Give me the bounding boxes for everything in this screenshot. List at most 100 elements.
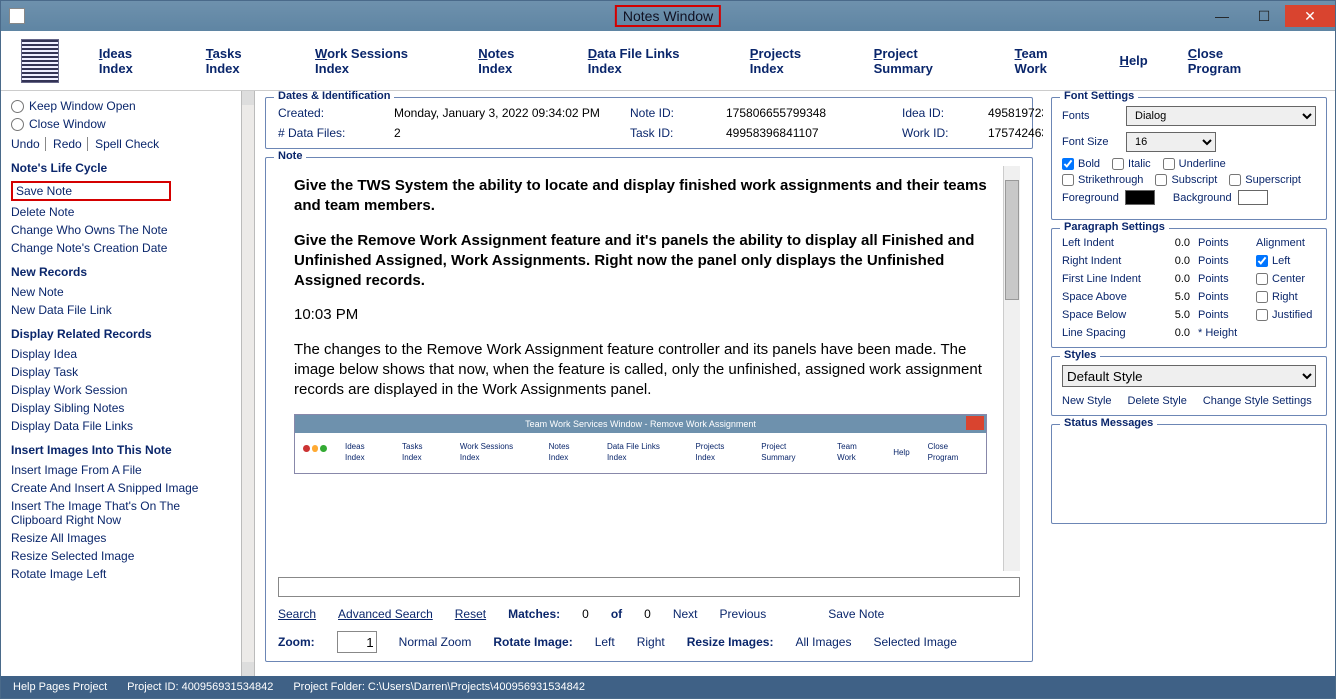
new-note-link[interactable]: New Note xyxy=(11,285,231,299)
advanced-search-link[interactable]: Advanced Search xyxy=(338,607,433,621)
bold-checkbox[interactable]: Bold xyxy=(1062,158,1100,170)
selected-image-link[interactable]: Selected Image xyxy=(873,635,956,649)
change-owner-link[interactable]: Change Who Owns The Note xyxy=(11,223,231,237)
fontsize-select[interactable]: 16 xyxy=(1126,132,1216,152)
close-button[interactable]: ✕ xyxy=(1285,5,1335,27)
rotate-image-label: Rotate Image: xyxy=(493,635,572,649)
new-style-link[interactable]: New Style xyxy=(1062,395,1112,407)
resize-selected-image-link[interactable]: Resize Selected Image xyxy=(11,549,231,563)
align-right-checkbox[interactable]: Right xyxy=(1256,291,1335,303)
splitter-handle[interactable] xyxy=(241,91,255,676)
insert-image-from-file-link[interactable]: Insert Image From A File xyxy=(11,463,231,477)
align-left-checkbox[interactable]: Left xyxy=(1256,255,1335,267)
spellcheck-link[interactable]: Spell Check xyxy=(95,137,164,151)
close-window-radio[interactable]: Close Window xyxy=(11,117,231,131)
underline-checkbox[interactable]: Underline xyxy=(1163,158,1226,170)
nav-team-work[interactable]: Team Work xyxy=(1015,46,1080,76)
nav-project-summary[interactable]: Project Summary xyxy=(874,46,975,76)
section-lifecycle: Note's Life Cycle xyxy=(11,161,231,175)
align-justified-checkbox[interactable]: Justified xyxy=(1256,309,1335,321)
nav-tasks-index[interactable]: Tasks Index xyxy=(206,46,275,76)
section-new-records: New Records xyxy=(11,265,231,279)
note-editor[interactable]: Give the TWS System the ability to locat… xyxy=(278,166,1003,571)
styles-fieldset: Styles Default Style New Style Delete St… xyxy=(1051,356,1327,416)
section-insert-images: Insert Images Into This Note xyxy=(11,443,231,457)
insert-clipboard-image-link[interactable]: Insert The Image That's On The Clipboard… xyxy=(11,499,231,527)
italic-checkbox[interactable]: Italic xyxy=(1112,158,1151,170)
undo-link[interactable]: Undo xyxy=(11,137,46,151)
new-data-file-link[interactable]: New Data File Link xyxy=(11,303,231,317)
matches-label: Matches: xyxy=(508,607,560,621)
of-value: 0 xyxy=(644,607,651,621)
resize-all-images-link[interactable]: Resize All Images xyxy=(11,531,231,545)
nav-projects-index[interactable]: Projects Index xyxy=(750,46,834,76)
subscript-checkbox[interactable]: Subscript xyxy=(1155,174,1217,186)
nav-data-file-links-index[interactable]: Data File Links Index xyxy=(588,46,710,76)
document-icon xyxy=(9,8,25,24)
font-settings-fieldset: Font Settings FontsDialog Font Size16 Bo… xyxy=(1051,97,1327,220)
strikethrough-checkbox[interactable]: Strikethrough xyxy=(1062,174,1143,186)
rotate-right-link[interactable]: Right xyxy=(637,635,665,649)
normal-zoom-link[interactable]: Normal Zoom xyxy=(399,635,472,649)
center-panel: Dates & Identification Created: Monday, … xyxy=(255,91,1043,676)
display-work-session-link[interactable]: Display Work Session xyxy=(11,383,231,397)
delete-style-link[interactable]: Delete Style xyxy=(1128,395,1187,407)
font-legend: Font Settings xyxy=(1060,91,1138,102)
background-label: Background xyxy=(1173,192,1232,204)
display-task-link[interactable]: Display Task xyxy=(11,365,231,379)
reset-link[interactable]: Reset xyxy=(455,607,486,621)
status-messages-legend: Status Messages xyxy=(1060,417,1157,429)
note-search-input[interactable] xyxy=(278,577,1020,597)
fonts-label: Fonts xyxy=(1062,110,1120,122)
nav-close-program[interactable]: Close Program xyxy=(1188,46,1275,76)
insert-snipped-image-link[interactable]: Create And Insert A Snipped Image xyxy=(11,481,231,495)
all-images-link[interactable]: All Images xyxy=(795,635,851,649)
change-style-link[interactable]: Change Style Settings xyxy=(1203,395,1312,407)
save-note-link-bottom[interactable]: Save Note xyxy=(828,607,884,621)
maximize-button[interactable]: ☐ xyxy=(1243,5,1285,27)
foreground-swatch[interactable] xyxy=(1125,190,1155,205)
keep-window-open-radio[interactable]: Keep Window Open xyxy=(11,99,231,113)
resize-images-label: Resize Images: xyxy=(687,635,774,649)
align-center-checkbox[interactable]: Center xyxy=(1256,273,1335,285)
note-scrollbar[interactable] xyxy=(1003,166,1020,571)
display-data-file-links-link[interactable]: Display Data File Links xyxy=(11,419,231,433)
styles-legend: Styles xyxy=(1060,349,1100,361)
dates-legend: Dates & Identification xyxy=(274,91,394,102)
change-date-link[interactable]: Change Note's Creation Date xyxy=(11,241,231,255)
rotate-left-link[interactable]: Left xyxy=(595,635,615,649)
ideaid-value: 49581972394756 xyxy=(988,106,1043,120)
notes-window: Notes Window — ☐ ✕ Ideas Index Tasks Ind… xyxy=(0,0,1336,699)
display-sibling-notes-link[interactable]: Display Sibling Notes xyxy=(11,401,231,415)
fonts-select[interactable]: Dialog xyxy=(1126,106,1316,126)
status-messages-fieldset: Status Messages xyxy=(1051,424,1327,524)
save-note-link[interactable]: Save Note xyxy=(11,181,171,201)
left-panel: Keep Window Open Close Window Undo Redo … xyxy=(1,91,241,676)
dates-identification-fieldset: Dates & Identification Created: Monday, … xyxy=(265,97,1033,149)
display-idea-link[interactable]: Display Idea xyxy=(11,347,231,361)
note-timestamp: 10:03 PM xyxy=(294,305,987,325)
search-link[interactable]: Search xyxy=(278,607,316,621)
foreground-label: Foreground xyxy=(1062,192,1119,204)
fontsize-label: Font Size xyxy=(1062,136,1120,148)
styles-select[interactable]: Default Style xyxy=(1062,365,1316,387)
window-controls: — ☐ ✕ xyxy=(1201,5,1335,27)
paragraph-settings-fieldset: Paragraph Settings Left Indent0.0PointsA… xyxy=(1051,228,1327,348)
nav-notes-index[interactable]: Notes Index xyxy=(478,46,548,76)
superscript-checkbox[interactable]: Superscript xyxy=(1229,174,1301,186)
next-link[interactable]: Next xyxy=(673,607,698,621)
nav-help[interactable]: Help xyxy=(1120,53,1148,68)
redo-link[interactable]: Redo xyxy=(53,137,88,151)
delete-note-link[interactable]: Delete Note xyxy=(11,205,231,219)
nav-ideas-index[interactable]: Ideas Index xyxy=(99,46,166,76)
noteid-label: Note ID: xyxy=(630,106,710,120)
ideaid-label: Idea ID: xyxy=(902,106,972,120)
minimize-button[interactable]: — xyxy=(1201,5,1243,27)
nav-work-sessions-index[interactable]: Work Sessions Index xyxy=(315,46,438,76)
status-help-project[interactable]: Help Pages Project xyxy=(13,681,107,693)
created-label: Created: xyxy=(278,106,378,120)
rotate-image-left-link[interactable]: Rotate Image Left xyxy=(11,567,231,581)
zoom-input[interactable] xyxy=(337,631,377,653)
previous-link[interactable]: Previous xyxy=(720,607,767,621)
background-swatch[interactable] xyxy=(1238,190,1268,205)
